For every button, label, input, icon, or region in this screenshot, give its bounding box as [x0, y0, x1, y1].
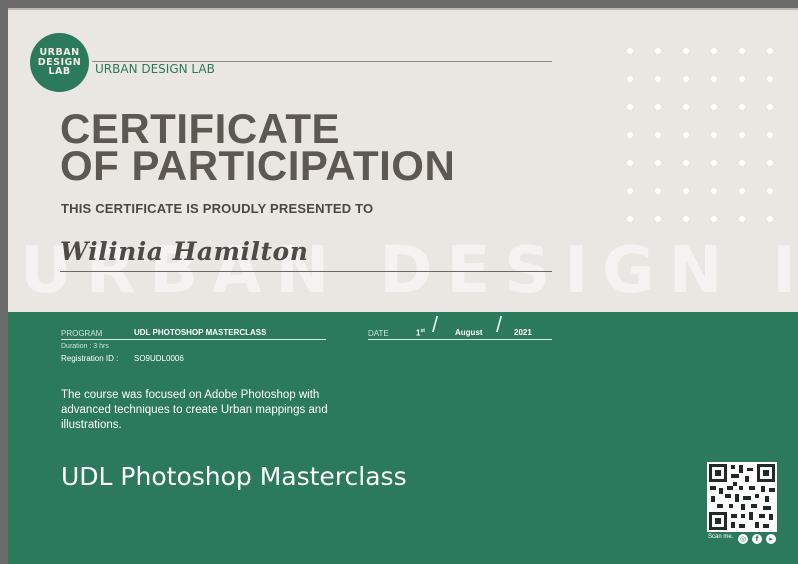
- decorative-dot: [683, 188, 689, 194]
- decorative-dot: [739, 76, 745, 82]
- decorative-dot: [739, 132, 745, 138]
- decorative-dot: [711, 188, 717, 194]
- program-value: UDL PHOTOSHOP MASTERCLASS: [134, 328, 267, 337]
- decorative-dot: [739, 216, 745, 222]
- decorative-dot: [767, 132, 773, 138]
- decorative-dot: [627, 216, 633, 222]
- program-underline: [61, 339, 326, 340]
- youtube-icon[interactable]: ▸: [766, 534, 776, 544]
- decorative-dot: [767, 188, 773, 194]
- qr-code-graphic: [707, 462, 777, 532]
- decorative-dot: [767, 216, 773, 222]
- decorative-dot: [683, 76, 689, 82]
- organization-name: URBAN DESIGN LAB: [95, 62, 215, 76]
- facebook-icon[interactable]: f: [752, 534, 762, 544]
- decorative-dot: [655, 104, 661, 110]
- date-year: 2021: [514, 328, 532, 337]
- decorative-dot: [711, 132, 717, 138]
- course-description: The course was focused on Adobe Photosho…: [61, 389, 328, 431]
- course-title: UDL Photoshop Masterclass: [61, 462, 407, 491]
- decorative-dot: [767, 160, 773, 166]
- decorative-dot: [711, 160, 717, 166]
- decorative-dot: [711, 104, 717, 110]
- scan-me-label: Scan me.: [708, 534, 734, 540]
- decorative-dot: [655, 216, 661, 222]
- title-line-2: OF PARTICIPATION: [60, 142, 456, 189]
- certificate: URBAN DESIGN LAB URBAN DESIGN LAB CERTIF…: [0, 0, 798, 564]
- date-underline: [368, 339, 552, 340]
- duration-text: Duration : 3 hrs: [61, 343, 109, 350]
- decorative-dot: [683, 48, 689, 54]
- qr-code-icon[interactable]: [707, 462, 777, 532]
- program-label: PROGRAM: [61, 329, 103, 338]
- recipient-name: Wilinia Hamilton: [60, 237, 309, 266]
- registration-value: SO9UDL0006: [134, 354, 184, 363]
- decorative-dot: [739, 104, 745, 110]
- decorative-dot: [711, 216, 717, 222]
- decorative-dot: [683, 160, 689, 166]
- decorative-dot: [739, 160, 745, 166]
- decorative-dot: [767, 104, 773, 110]
- decorative-dot: [627, 76, 633, 82]
- date-separator-1: /: [432, 312, 439, 337]
- decorative-dot: [655, 132, 661, 138]
- decorative-dot: [683, 216, 689, 222]
- logo-line-3: LAB: [48, 66, 71, 78]
- decorative-dot: [655, 48, 661, 54]
- decorative-dot: [627, 48, 633, 54]
- date-separator-2: /: [496, 312, 503, 337]
- decorative-dot: [711, 76, 717, 82]
- date-day: 1st: [416, 328, 425, 338]
- decorative-dot: [683, 104, 689, 110]
- certificate-title: CERTIFICATE OF PARTICIPATION: [60, 108, 456, 189]
- date-month: August: [455, 328, 483, 337]
- decorative-dot: [655, 76, 661, 82]
- recipient-name-underline: [60, 271, 552, 272]
- presented-to-text: THIS CERTIFICATE IS PROUDLY PRESENTED TO: [61, 201, 374, 216]
- decorative-dot: [683, 132, 689, 138]
- decorative-dot: [739, 48, 745, 54]
- decorative-dot: [767, 48, 773, 54]
- instagram-icon[interactable]: ◎: [738, 534, 748, 544]
- decorative-dot: [627, 188, 633, 194]
- decorative-dot: [627, 104, 633, 110]
- logo: URBAN DESIGN LAB: [30, 33, 89, 92]
- decorative-dot: [655, 188, 661, 194]
- decorative-dot: [627, 132, 633, 138]
- decorative-dot: [627, 160, 633, 166]
- decorative-dot: [655, 160, 661, 166]
- decorative-dot: [767, 76, 773, 82]
- date-label: DATE: [368, 329, 389, 338]
- decorative-dot: [711, 48, 717, 54]
- decorative-dot-grid: [620, 40, 773, 225]
- decorative-dot: [739, 188, 745, 194]
- registration-label: Registration ID :: [61, 354, 119, 363]
- date-day-suffix: st: [420, 328, 425, 334]
